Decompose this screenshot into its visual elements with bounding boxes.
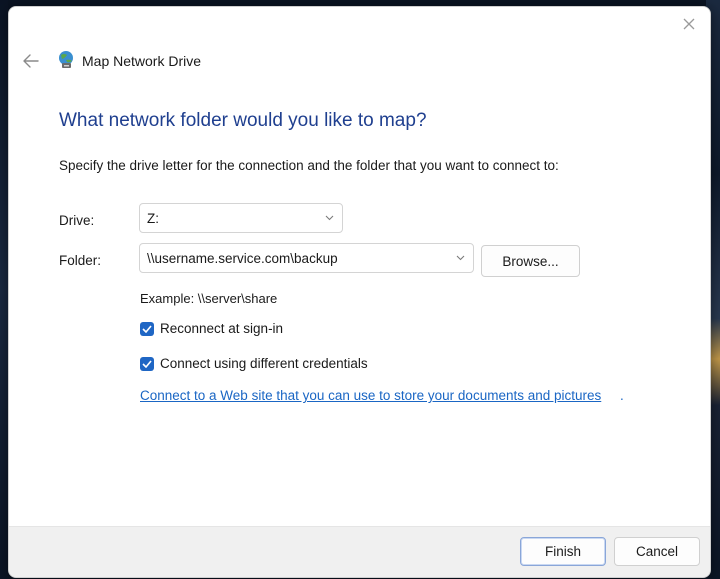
reconnect-label: Reconnect at sign-in bbox=[160, 321, 284, 336]
page-heading: What network folder would you like to ma… bbox=[59, 110, 427, 131]
drive-select[interactable]: Z: bbox=[139, 203, 343, 233]
browse-button[interactable]: Browse... bbox=[481, 245, 580, 277]
folder-input[interactable]: \\username.service.com\backup bbox=[139, 243, 474, 273]
instructions-text: Specify the drive letter for the connect… bbox=[59, 158, 559, 173]
finish-button[interactable]: Finish bbox=[520, 537, 606, 566]
dialog-content: Map Network Drive What network folder wo… bbox=[9, 7, 710, 527]
drive-label: Drive: bbox=[59, 213, 95, 228]
credentials-label: Connect using different credentials bbox=[160, 356, 368, 371]
network-drive-icon bbox=[59, 51, 73, 68]
reconnect-checkbox[interactable]: Reconnect at sign-in bbox=[140, 321, 283, 336]
chevron-down-icon bbox=[325, 215, 334, 221]
folder-input-value: \\username.service.com\backup bbox=[147, 250, 338, 266]
folder-label: Folder: bbox=[59, 253, 102, 268]
background-left-edge bbox=[0, 0, 8, 579]
map-network-drive-dialog: Map Network Drive What network folder wo… bbox=[8, 6, 711, 578]
back-arrow-icon bbox=[23, 54, 39, 68]
checkmark-icon bbox=[142, 359, 152, 368]
close-icon bbox=[683, 18, 695, 30]
reconnect-checkbox-box[interactable] bbox=[140, 321, 154, 336]
credentials-checkbox-box[interactable] bbox=[140, 356, 154, 371]
link-period: . bbox=[620, 388, 624, 403]
back-button[interactable] bbox=[21, 51, 41, 71]
window-title: Map Network Drive bbox=[82, 53, 202, 69]
web-site-link[interactable]: Connect to a Web site that you can use t… bbox=[140, 388, 601, 403]
close-button[interactable] bbox=[678, 13, 700, 35]
chevron-down-icon bbox=[456, 255, 465, 261]
checkmark-icon bbox=[142, 324, 152, 333]
cancel-button[interactable]: Cancel bbox=[614, 537, 700, 566]
dialog-footer: Finish Cancel bbox=[9, 526, 710, 577]
credentials-checkbox[interactable]: Connect using different credentials bbox=[140, 356, 368, 371]
drive-select-value: Z: bbox=[147, 210, 159, 226]
example-text: Example: \\server\share bbox=[140, 291, 278, 306]
